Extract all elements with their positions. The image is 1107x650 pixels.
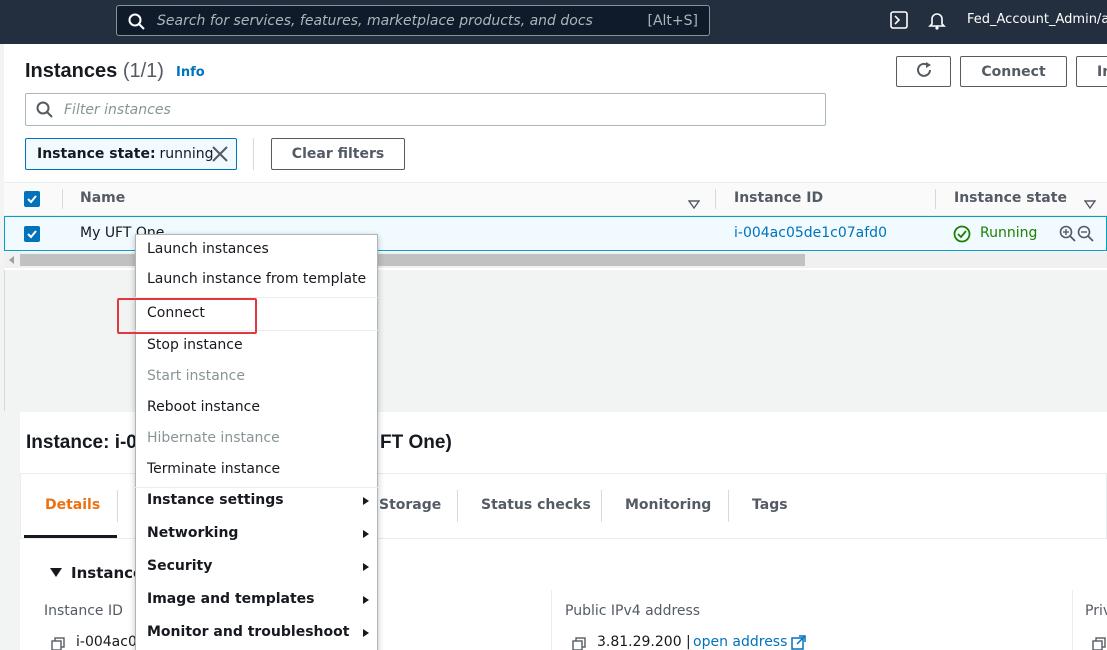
tab-details[interactable]: Details bbox=[45, 497, 100, 513]
copy-icon[interactable] bbox=[1092, 636, 1106, 650]
tab-divider bbox=[457, 490, 458, 522]
filter-token: Instance state: running bbox=[25, 138, 237, 170]
filter-search-icon bbox=[36, 101, 53, 122]
scroll-left-icon[interactable] bbox=[9, 256, 14, 264]
top-navigation-bar: Search for services, features, marketpla… bbox=[0, 0, 1107, 44]
chevron-right-icon bbox=[363, 530, 369, 538]
check-icon bbox=[27, 195, 37, 204]
select-all-checkbox[interactable] bbox=[24, 191, 40, 207]
close-icon[interactable] bbox=[211, 145, 229, 167]
refresh-icon bbox=[915, 61, 933, 83]
tab-status-checks[interactable]: Status checks bbox=[481, 497, 591, 513]
clear-filters-button[interactable]: Clear filters bbox=[271, 138, 405, 170]
instance-id-link[interactable]: i-004ac05de1c07afd0 bbox=[734, 225, 887, 241]
menu-item-networking[interactable]: Networking bbox=[147, 525, 238, 541]
copy-icon[interactable] bbox=[572, 636, 586, 650]
tab-divider bbox=[728, 490, 729, 522]
chevron-right-icon bbox=[363, 629, 369, 637]
chevron-right-icon bbox=[363, 596, 369, 604]
row-checkbox[interactable] bbox=[24, 226, 40, 242]
column-divider bbox=[715, 189, 716, 209]
public-ipv4-label: Public IPv4 address bbox=[565, 603, 701, 619]
menu-item-security[interactable]: Security bbox=[147, 558, 212, 574]
copy-icon[interactable] bbox=[51, 636, 65, 650]
public-ipv4-value: 3.81.29.200 | bbox=[597, 634, 691, 650]
details-title: Instance: i-0 bbox=[26, 432, 137, 453]
instance-id-value: i-004ac0 bbox=[76, 634, 137, 650]
instance-id-label: Instance ID bbox=[44, 603, 123, 619]
caret-down-icon[interactable] bbox=[50, 568, 62, 577]
zoom-in-icon[interactable] bbox=[1059, 225, 1076, 246]
refresh-button[interactable] bbox=[896, 56, 951, 87]
instances-count: (1/1) bbox=[122, 60, 164, 82]
menu-item-reboot-instance[interactable]: Reboot instance bbox=[147, 399, 260, 415]
details-title-end: FT One) bbox=[380, 432, 452, 453]
active-tab-indicator bbox=[24, 535, 117, 538]
info-link[interactable]: Info bbox=[176, 65, 205, 80]
sort-down-icon[interactable] bbox=[687, 194, 701, 213]
column-divider bbox=[551, 590, 552, 650]
page-title: Instances (1/1) bbox=[25, 60, 164, 82]
column-header-name[interactable]: Name bbox=[80, 190, 125, 206]
column-divider bbox=[935, 189, 936, 209]
search-icon bbox=[128, 13, 145, 34]
menu-item-start-instance: Start instance bbox=[147, 368, 245, 384]
tab-divider bbox=[117, 490, 118, 522]
filter-token-key: Instance state: bbox=[37, 146, 156, 162]
open-address-link[interactable]: open address bbox=[693, 634, 787, 650]
global-search-input[interactable]: Search for services, features, marketpla… bbox=[116, 5, 710, 36]
external-link-icon[interactable] bbox=[791, 635, 806, 650]
cloudshell-icon[interactable] bbox=[890, 11, 908, 33]
column-divider bbox=[62, 189, 63, 209]
column-header-instance-id[interactable]: Instance ID bbox=[734, 190, 823, 206]
menu-item-instance-settings[interactable]: Instance settings bbox=[147, 492, 284, 508]
menu-item-launch-instances[interactable]: Launch instances bbox=[147, 241, 269, 257]
chevron-right-icon bbox=[363, 563, 369, 571]
status-ok-icon bbox=[953, 225, 971, 247]
filter-instances-input[interactable]: Filter instances bbox=[25, 93, 826, 126]
connect-highlight-box bbox=[117, 298, 257, 334]
check-icon bbox=[27, 230, 37, 239]
column-divider bbox=[1072, 590, 1073, 650]
sort-down-icon[interactable] bbox=[1083, 194, 1097, 213]
menu-item-image-and-templates[interactable]: Image and templates bbox=[147, 591, 315, 607]
menu-divider bbox=[135, 487, 378, 488]
section-title[interactable]: Instance bbox=[71, 564, 143, 582]
table-header bbox=[4, 182, 1107, 216]
bell-icon[interactable] bbox=[928, 11, 946, 34]
filter-placeholder: Filter instances bbox=[64, 102, 171, 118]
chevron-right-icon bbox=[363, 497, 369, 505]
instance-state-button[interactable]: In bbox=[1076, 56, 1107, 87]
menu-item-stop-instance[interactable]: Stop instance bbox=[147, 337, 243, 353]
tab-divider bbox=[601, 490, 602, 522]
tab-storage[interactable]: Storage bbox=[379, 497, 441, 513]
search-placeholder: Search for services, features, marketpla… bbox=[157, 13, 593, 29]
tab-tags[interactable]: Tags bbox=[752, 497, 788, 513]
account-menu[interactable]: Fed_Account_Admin/av bbox=[967, 12, 1107, 27]
menu-item-hibernate-instance: Hibernate instance bbox=[147, 430, 280, 446]
zoom-out-icon[interactable] bbox=[1077, 225, 1094, 246]
column-header-instance-state[interactable]: Instance state bbox=[954, 190, 1067, 206]
search-shortcut: [Alt+S] bbox=[647, 13, 699, 29]
instance-state-value: Running bbox=[980, 225, 1038, 241]
menu-item-monitor-and-troubleshoot[interactable]: Monitor and troubleshoot bbox=[147, 624, 349, 640]
filter-divider bbox=[253, 138, 254, 170]
filter-token-value: running bbox=[159, 146, 214, 162]
private-ip-label: Priv bbox=[1085, 603, 1107, 619]
connect-button[interactable]: Connect bbox=[960, 56, 1067, 87]
tab-monitoring[interactable]: Monitoring bbox=[625, 497, 711, 513]
menu-item-launch-from-template[interactable]: Launch instance from template bbox=[147, 271, 366, 287]
menu-item-terminate-instance[interactable]: Terminate instance bbox=[147, 461, 280, 477]
